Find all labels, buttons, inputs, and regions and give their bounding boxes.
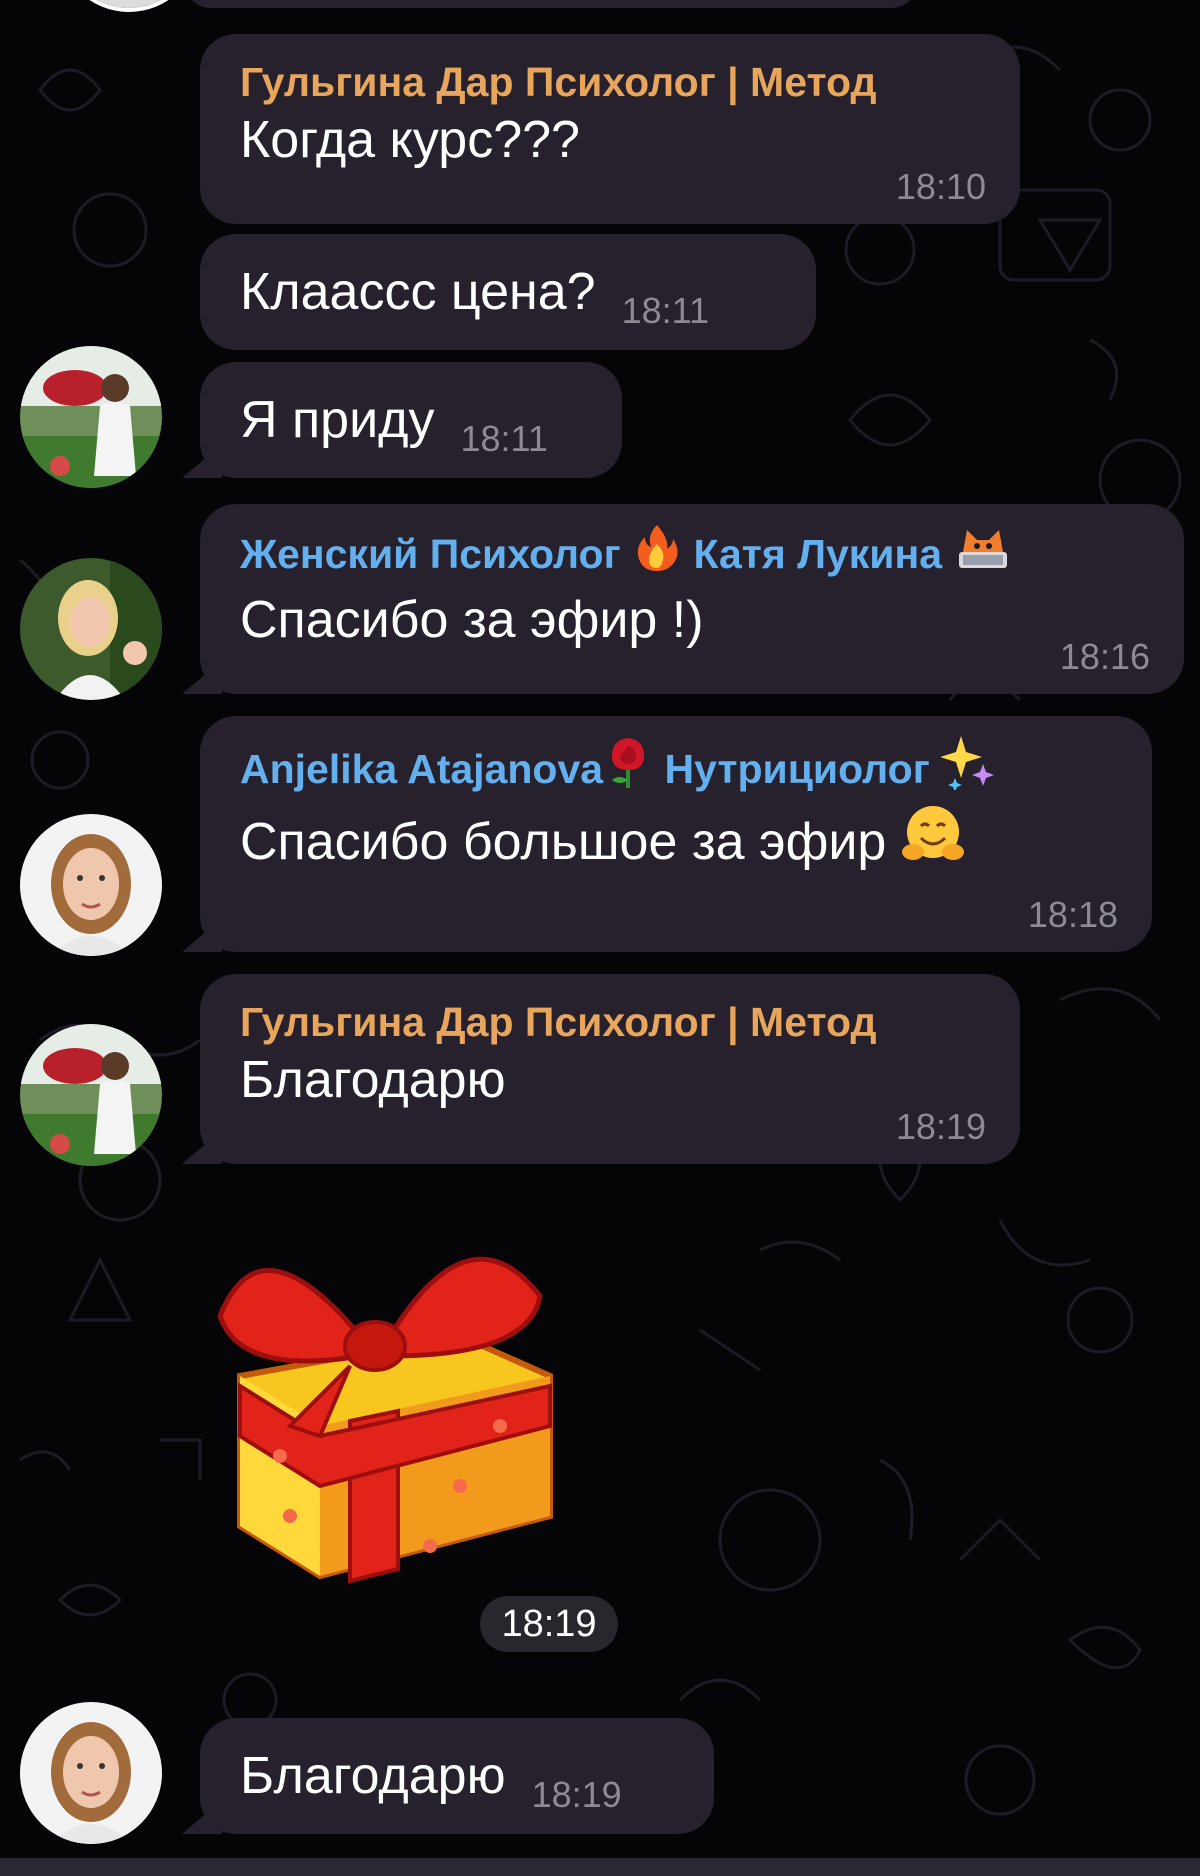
- message-time: 18:19: [895, 1106, 986, 1147]
- message-text: Благодарю: [240, 1051, 506, 1109]
- message-text: Клааccc цена?: [240, 263, 596, 321]
- hugging-face-emoji-icon: [901, 802, 965, 881]
- message-text: Благодарю: [240, 1747, 506, 1805]
- message-time: 18:10: [895, 166, 986, 207]
- message-bubble[interactable]: Женский Психолог Катя Лукина Спасибо за …: [200, 504, 1184, 694]
- message-bubble[interactable]: Благодарю 18:19: [200, 1718, 714, 1834]
- input-bar-edge: [0, 1858, 1200, 1876]
- avatar[interactable]: [20, 346, 162, 488]
- message-bubble[interactable]: Гульгина Дар Психолог | Метод Когда курс…: [200, 34, 1020, 224]
- avatar[interactable]: [20, 1702, 162, 1844]
- gift-box-sticker[interactable]: [200, 1226, 590, 1606]
- sender-name[interactable]: Anjelika Atajanova Нутрициолог: [240, 736, 1116, 806]
- message-list[interactable]: Гульгина Дар Психолог | Метод Когда курс…: [0, 0, 1200, 1876]
- message-bubble[interactable]: Я приду 18:11: [200, 362, 622, 478]
- sender-name-text: Anjelika Atajanova: [240, 745, 604, 792]
- avatar[interactable]: [20, 814, 162, 956]
- rose-emoji-icon: [603, 734, 653, 802]
- message-time: 18:11: [621, 290, 710, 331]
- message-time: 18:19: [531, 1774, 622, 1815]
- sender-name-suffix: Катя Лукина: [693, 530, 943, 577]
- message-bubble-partial: [186, 0, 916, 8]
- fire-emoji-icon: [632, 522, 682, 584]
- message-text: Когда курс???: [240, 111, 580, 169]
- sparkles-emoji-icon: [940, 734, 995, 802]
- message-text: Спасибо большое за эфир: [240, 806, 1116, 885]
- avatar[interactable]: [58, 0, 200, 12]
- message-text: Я приду: [240, 391, 435, 449]
- message-time: 18:16: [1059, 636, 1150, 677]
- message-text-content: Спасибо большое за эфир: [240, 813, 887, 872]
- message-time: 18:11: [460, 418, 548, 459]
- message-bubble[interactable]: Anjelika Atajanova Нутрициолог Спасибо б…: [200, 716, 1152, 952]
- avatar[interactable]: [20, 1024, 162, 1166]
- sender-name[interactable]: Женский Психолог Катя Лукина: [240, 525, 1148, 588]
- sender-name[interactable]: Гульгина Дар Психолог | Метод: [240, 56, 984, 108]
- sender-name-text: Женский Психолог: [240, 530, 621, 577]
- sticker-time: 18:19: [480, 1596, 618, 1652]
- avatar[interactable]: [20, 558, 162, 700]
- message-bubble[interactable]: Клааccc цена? 18:11: [200, 234, 816, 350]
- message-bubble[interactable]: Гульгина Дар Психолог | Метод Благодарю …: [200, 974, 1020, 1164]
- message-text: Спасибо за эфир !): [240, 591, 704, 649]
- cat-laptop-emoji-icon: [953, 522, 1013, 584]
- sender-name-suffix: Нутрициолог: [664, 745, 930, 792]
- sender-name[interactable]: Гульгина Дар Психолог | Метод: [240, 996, 984, 1048]
- message-time: 18:18: [1027, 894, 1118, 935]
